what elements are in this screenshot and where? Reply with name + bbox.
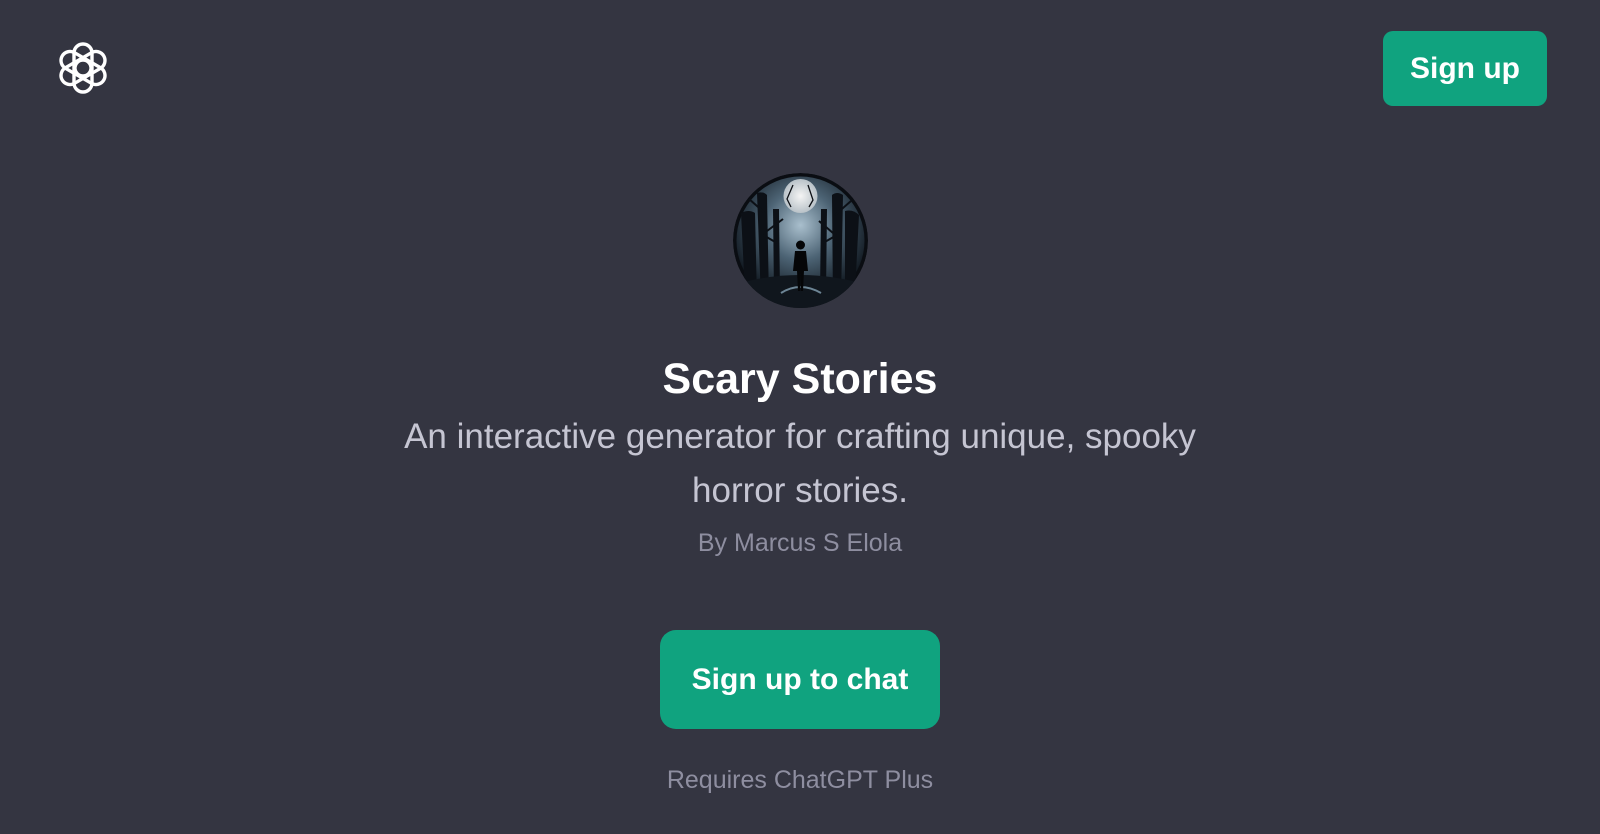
signup-to-chat-button[interactable]: Sign up to chat xyxy=(660,630,940,729)
haunted-forest-moon-icon xyxy=(733,173,868,308)
gpt-author: By Marcus S Elola xyxy=(697,529,903,557)
requirement-note: Requires ChatGPT Plus xyxy=(666,766,934,794)
gpt-avatar xyxy=(733,173,868,308)
openai-logo-icon[interactable] xyxy=(53,38,113,98)
gpt-description: An interactive generator for crafting un… xyxy=(404,417,1196,510)
signup-button[interactable]: Sign up xyxy=(1383,31,1547,106)
gpt-landing-page: Sign up Scary Stories An interactive gen… xyxy=(0,0,1600,834)
gpt-title: Scary Stories xyxy=(662,355,938,403)
